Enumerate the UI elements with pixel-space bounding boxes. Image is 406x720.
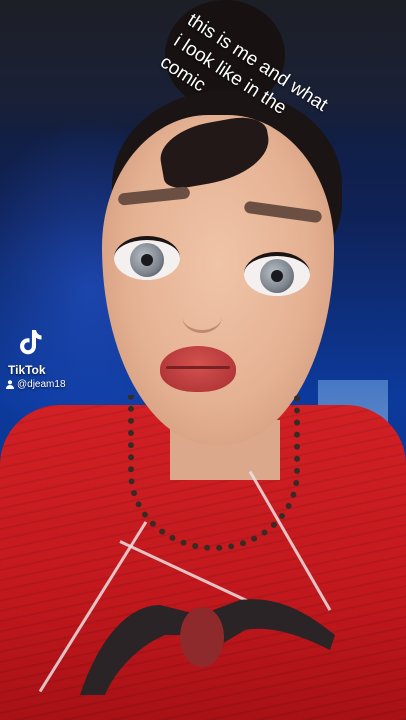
video-frame: this is me and what i look like in the c… xyxy=(0,0,406,720)
beaded-necklace xyxy=(128,395,300,551)
left-pupil xyxy=(141,254,153,266)
spider-emblem xyxy=(80,599,335,695)
username-label: @djeam18 xyxy=(17,379,66,390)
lip-line xyxy=(166,366,230,369)
right-pupil xyxy=(271,270,283,282)
tiktok-watermark: TikTok @djeam18 xyxy=(6,328,66,390)
tiktok-logo-icon xyxy=(20,330,42,355)
right-eye xyxy=(244,252,310,296)
tiktok-brand-label: TikTok xyxy=(8,363,46,377)
username-row: @djeam18 xyxy=(6,379,66,390)
left-iris xyxy=(130,243,164,277)
lips xyxy=(160,346,236,392)
nose xyxy=(182,300,222,333)
left-eye xyxy=(114,236,180,280)
right-iris xyxy=(260,259,294,293)
person-icon xyxy=(6,380,14,389)
